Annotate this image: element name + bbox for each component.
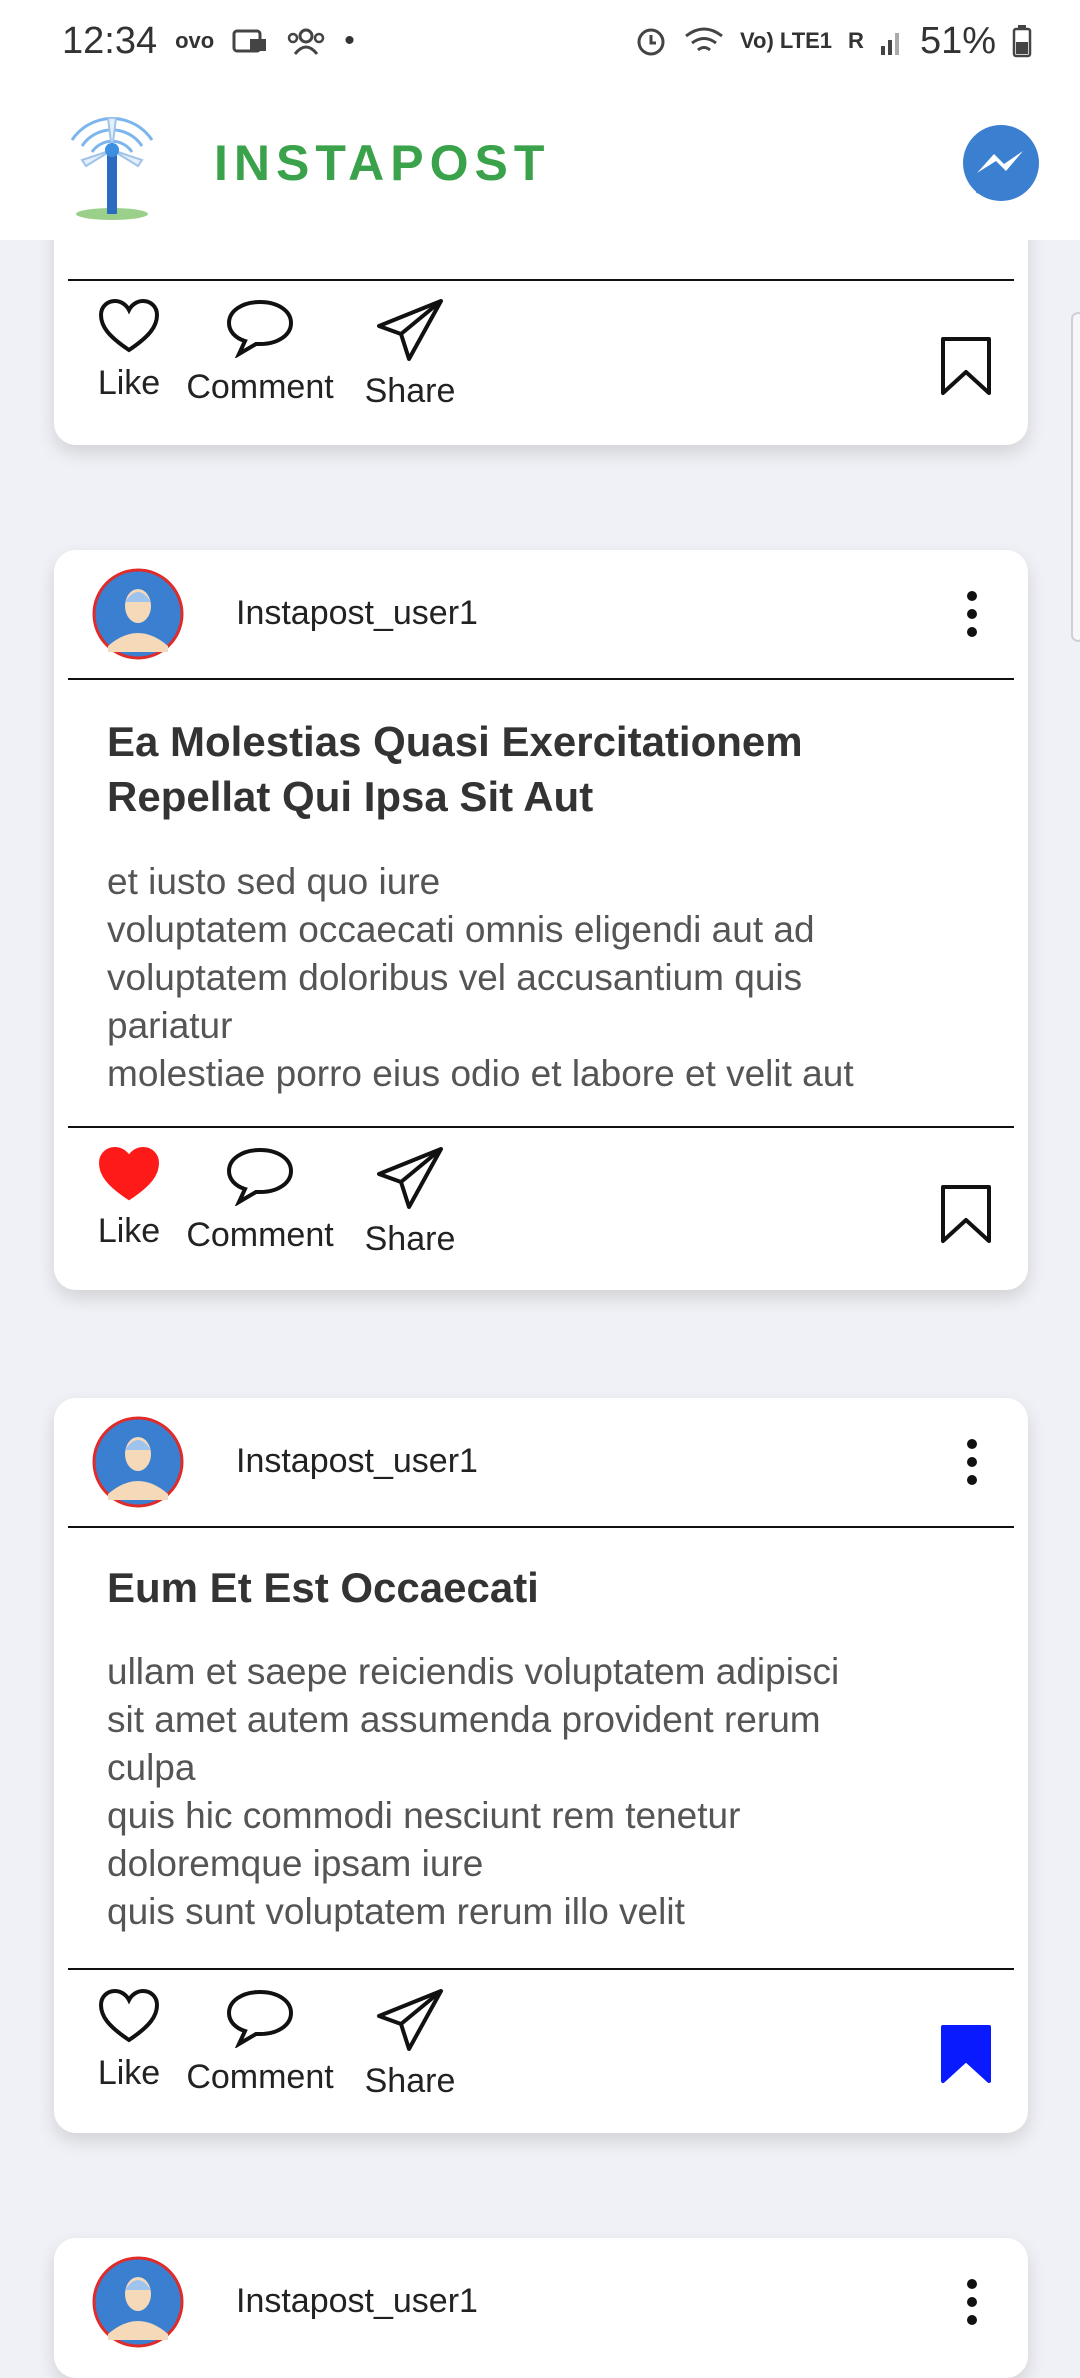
more-options-icon[interactable] <box>954 588 990 640</box>
comment-button[interactable]: Comment <box>180 1988 340 2097</box>
share-label: Share <box>364 372 456 410</box>
username[interactable]: Instapost_user1 <box>236 1442 478 1481</box>
speech-bubble-icon <box>226 1989 294 2048</box>
share-label: Share <box>364 1220 456 1258</box>
more-options-icon[interactable] <box>954 2276 990 2328</box>
post-actions: Like Comment Share <box>54 298 1028 458</box>
group-icon <box>287 28 325 55</box>
battery-icon <box>1012 25 1032 58</box>
heart-outline-icon <box>98 1988 160 2043</box>
battery-percent: 51% <box>919 19 996 62</box>
app-title: INSTAPOST <box>214 135 551 191</box>
share-button[interactable]: Share <box>360 298 460 411</box>
divider <box>68 1126 1014 1128</box>
bookmark-outline-icon[interactable] <box>939 336 993 396</box>
divider <box>68 1968 1014 1970</box>
bookmark-filled-icon[interactable] <box>939 2024 993 2084</box>
username[interactable]: Instapost_user1 <box>236 594 478 633</box>
paper-plane-icon <box>377 299 443 361</box>
divider <box>68 678 1014 680</box>
comment-button[interactable]: Comment <box>180 1146 340 1255</box>
more-options-icon[interactable] <box>954 1436 990 1488</box>
share-label: Share <box>364 2062 456 2100</box>
post-card: Instapost_user1 <box>54 2238 1028 2378</box>
heart-filled-icon <box>98 1146 160 1201</box>
like-button[interactable]: Like <box>94 298 164 403</box>
post-actions: Like Comment Share <box>54 1146 1028 1306</box>
post-card: Instapost_user1 Ea Molestias Quasi Exerc… <box>54 550 1028 1290</box>
avatar[interactable] <box>92 568 184 660</box>
divider <box>68 279 1014 281</box>
ovo-icon: ovo <box>175 28 215 53</box>
post-actions: Like Comment Share <box>54 1988 1028 2148</box>
like-label: Like <box>97 2054 161 2092</box>
post-body: ullam et saepe reiciendis voluptatem adi… <box>107 1651 840 1932</box>
notification-icon <box>232 29 267 53</box>
comment-label: Comment <box>186 1216 334 1254</box>
roaming-indicator: R <box>848 28 864 53</box>
status-bar: 12:34 ovo • Vo) LTE1 R 51% <box>0 0 1080 82</box>
avatar[interactable] <box>92 2256 184 2348</box>
bookmark-outline-icon[interactable] <box>939 1184 993 1244</box>
speech-bubble-icon <box>226 1147 294 1206</box>
heart-outline-icon <box>98 298 160 353</box>
network-label: Vo) LTE1 <box>739 28 833 53</box>
messenger-icon[interactable] <box>960 124 1042 206</box>
post-title: Eum Et Est Occaecati <box>107 1564 539 1611</box>
signal-icon <box>880 33 899 55</box>
paper-plane-icon <box>377 1989 443 2051</box>
share-button[interactable]: Share <box>360 1146 460 1259</box>
like-label: Like <box>97 364 161 402</box>
like-button[interactable]: Like <box>94 1146 164 1251</box>
speech-bubble-icon <box>226 299 294 358</box>
post-title: Ea Molestias Quasi Exercitationem Repell… <box>107 718 803 820</box>
share-button[interactable]: Share <box>360 1988 460 2101</box>
windmill-logo-icon <box>70 117 154 220</box>
more-notifications-dot: • <box>344 24 355 57</box>
avatar[interactable] <box>92 1416 184 1508</box>
post-card: Instapost_user1 Eum Et Est Occaecati ull… <box>54 1398 1028 2133</box>
comment-label: Comment <box>186 368 334 406</box>
app-header: INSTAPOST <box>0 82 1080 240</box>
like-label: Like <box>97 1212 161 1250</box>
wifi-icon <box>685 27 723 52</box>
scrollbar[interactable] <box>1071 312 1080 642</box>
comment-label: Comment <box>186 2058 334 2096</box>
username[interactable]: Instapost_user1 <box>236 2282 478 2321</box>
comment-button[interactable]: Comment <box>180 298 340 407</box>
paper-plane-icon <box>377 1147 443 1209</box>
post-body: et iusto sed quo iure voluptatem occaeca… <box>107 861 854 1094</box>
divider <box>68 1526 1014 1528</box>
clock: 12:34 <box>62 19 158 62</box>
like-button[interactable]: Like <box>94 1988 164 2093</box>
alarm-icon <box>637 28 665 56</box>
